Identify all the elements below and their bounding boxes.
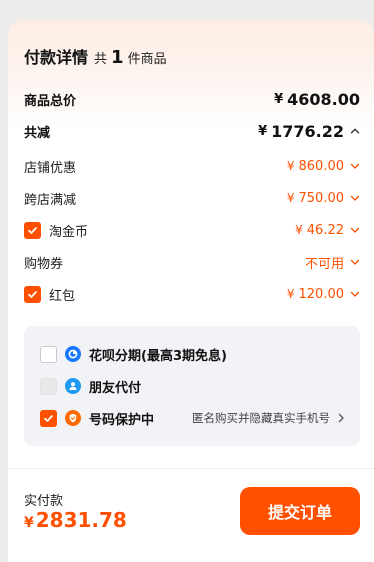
discount-row-shop[interactable]: 店铺优惠 ¥ 860.00: [24, 155, 360, 177]
huabei-checkbox[interactable]: [40, 345, 57, 363]
option-detail: 匿名购买并隐藏真实手机号: [192, 411, 330, 425]
options-panel: 花呗分期(最高3期免息) 朋友代付 号码保护中 匿名购买并隐藏真实手机号: [24, 326, 360, 446]
discount-currency: ¥: [295, 223, 303, 237]
item-count-suffix: 件商品: [127, 52, 167, 67]
total-price-row: 商品总价 ¥ 4608.00: [24, 88, 360, 110]
discount-currency: ¥: [286, 191, 295, 205]
huabei-icon: [65, 346, 81, 362]
friend-pay-icon: [65, 378, 81, 394]
shield-icon: [65, 410, 81, 426]
discount-amount: 46.22: [306, 222, 344, 238]
friend-pay-checkbox: [40, 377, 57, 395]
pay-amount: ¥ 2831.78: [24, 508, 127, 532]
chevron-down-icon[interactable]: [350, 193, 360, 203]
chevron-right-icon: [336, 413, 346, 423]
discount-amount: 1776.22: [271, 121, 344, 141]
header: 付款详情 共 1 件商品: [24, 44, 167, 68]
total-amount: 4608.00: [287, 89, 360, 109]
item-count-prefix: 共: [94, 52, 108, 67]
discount-value: ¥ 120.00: [287, 287, 360, 302]
option-label: 号码保护中: [89, 412, 155, 428]
total-discount-label: 共减: [24, 125, 51, 141]
pay-currency: ¥: [24, 515, 34, 531]
total-discount-row[interactable]: 共减 ¥ 1776.22: [24, 120, 360, 142]
coins-checkbox[interactable]: [24, 221, 41, 239]
discount-value: 不可用: [305, 253, 360, 272]
discount-row-cross-shop[interactable]: 跨店满减 ¥ 750.00: [24, 187, 360, 209]
option-huabei[interactable]: 花呗分期(最高3期免息): [40, 343, 346, 365]
discount-amount: 750.00: [298, 190, 345, 206]
discount-currency: ¥: [286, 287, 295, 301]
payment-details-sheet: 付款详情 共 1 件商品 商品总价 ¥ 4608.00 共减 ¥ 1776.22…: [8, 20, 374, 562]
option-friend-pay: 朋友代付: [40, 375, 346, 397]
option-label: 花呗分期(最高3期免息): [89, 348, 227, 364]
discount-amount: 120.00: [298, 286, 345, 302]
header-gradient: [8, 20, 374, 130]
discount-label: 淘金币: [49, 224, 89, 240]
item-count: 1: [111, 47, 124, 68]
discount-currency: ¥: [286, 159, 295, 173]
chevron-up-icon[interactable]: [350, 126, 360, 136]
total-currency: ¥: [274, 91, 284, 107]
number-protection-detail-link[interactable]: 匿名购买并隐藏真实手机号: [192, 410, 346, 426]
page-title: 付款详情: [24, 48, 89, 67]
discount-amount: 860.00: [298, 158, 345, 174]
discount-row-red-packet[interactable]: 红包 ¥ 120.00: [24, 283, 360, 305]
footer-divider: [8, 468, 374, 469]
discount-label: 购物券: [24, 256, 64, 272]
chevron-down-icon[interactable]: [350, 225, 360, 235]
voucher-status: 不可用: [304, 256, 344, 272]
discount-label-group: 淘金币: [24, 221, 88, 240]
option-number-protection[interactable]: 号码保护中 匿名购买并隐藏真实手机号: [40, 407, 346, 429]
discount-row-voucher[interactable]: 购物券 不可用: [24, 251, 360, 273]
pay-label: 实付款: [24, 494, 64, 509]
discount-label: 跨店满减: [24, 192, 77, 208]
discount-value: ¥ 750.00: [287, 191, 360, 206]
chevron-down-icon[interactable]: [350, 289, 360, 299]
chevron-down-icon[interactable]: [350, 161, 360, 171]
red-packet-checkbox[interactable]: [24, 285, 41, 303]
discount-label-group: 红包: [24, 285, 75, 304]
total-discount-value: ¥ 1776.22: [258, 122, 360, 141]
total-price-value: ¥ 4608.00: [274, 90, 360, 109]
pay-value: 2831.78: [35, 508, 127, 532]
discount-label: 红包: [49, 288, 76, 304]
submit-order-button[interactable]: 提交订单: [240, 487, 360, 535]
chevron-down-icon[interactable]: [350, 257, 360, 267]
discount-row-coins[interactable]: 淘金币 ¥ 46.22: [24, 219, 360, 241]
discount-value: ¥ 860.00: [287, 159, 360, 174]
option-label: 朋友代付: [89, 380, 142, 396]
discount-currency: ¥: [258, 123, 268, 139]
discount-value: ¥ 46.22: [295, 223, 360, 238]
number-protection-checkbox[interactable]: [40, 409, 57, 427]
discount-label: 店铺优惠: [24, 160, 77, 176]
total-price-label: 商品总价: [24, 93, 77, 109]
